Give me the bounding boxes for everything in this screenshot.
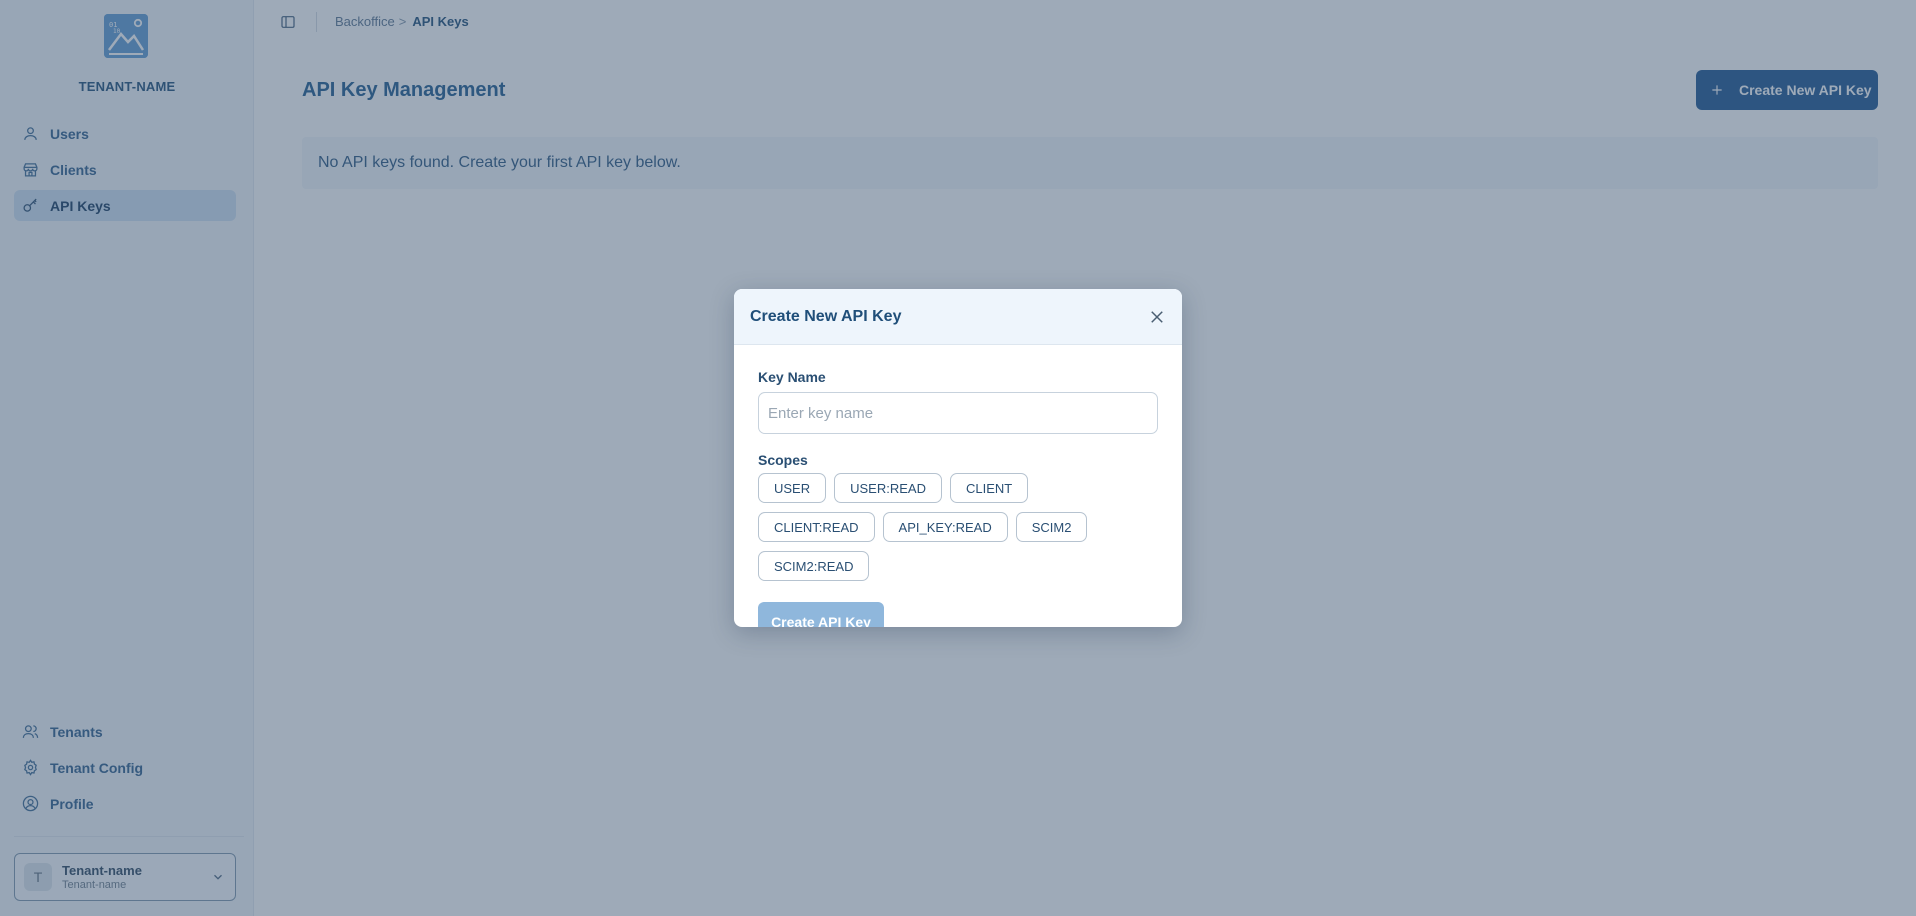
scope-chip[interactable]: API_KEY:READ: [882, 512, 1008, 542]
scope-chip[interactable]: USER: [758, 473, 827, 503]
scope-chip[interactable]: SCIM2:READ: [758, 551, 870, 581]
scope-chip[interactable]: CLIENT: [949, 473, 1029, 503]
key-name-label: Key Name: [758, 369, 826, 385]
modal-body: Key Name Scopes USER USER:READ CLIENT CL…: [734, 345, 1182, 627]
scope-chip[interactable]: USER:READ: [834, 473, 942, 503]
close-icon[interactable]: [1148, 308, 1166, 326]
create-api-key-button[interactable]: Create API Key: [758, 602, 884, 627]
scope-chip[interactable]: CLIENT:READ: [758, 512, 875, 542]
create-api-key-modal: Create New API Key Key Name Scopes USER …: [734, 289, 1182, 627]
modal-title: Create New API Key: [750, 307, 902, 325]
modal-header: Create New API Key: [734, 289, 1182, 345]
key-name-input[interactable]: [758, 392, 1158, 434]
scope-chip[interactable]: SCIM2: [1015, 512, 1088, 542]
scope-list: USER USER:READ CLIENT CLIENT:READ API_KE…: [758, 473, 1158, 590]
scopes-label: Scopes: [758, 452, 808, 468]
